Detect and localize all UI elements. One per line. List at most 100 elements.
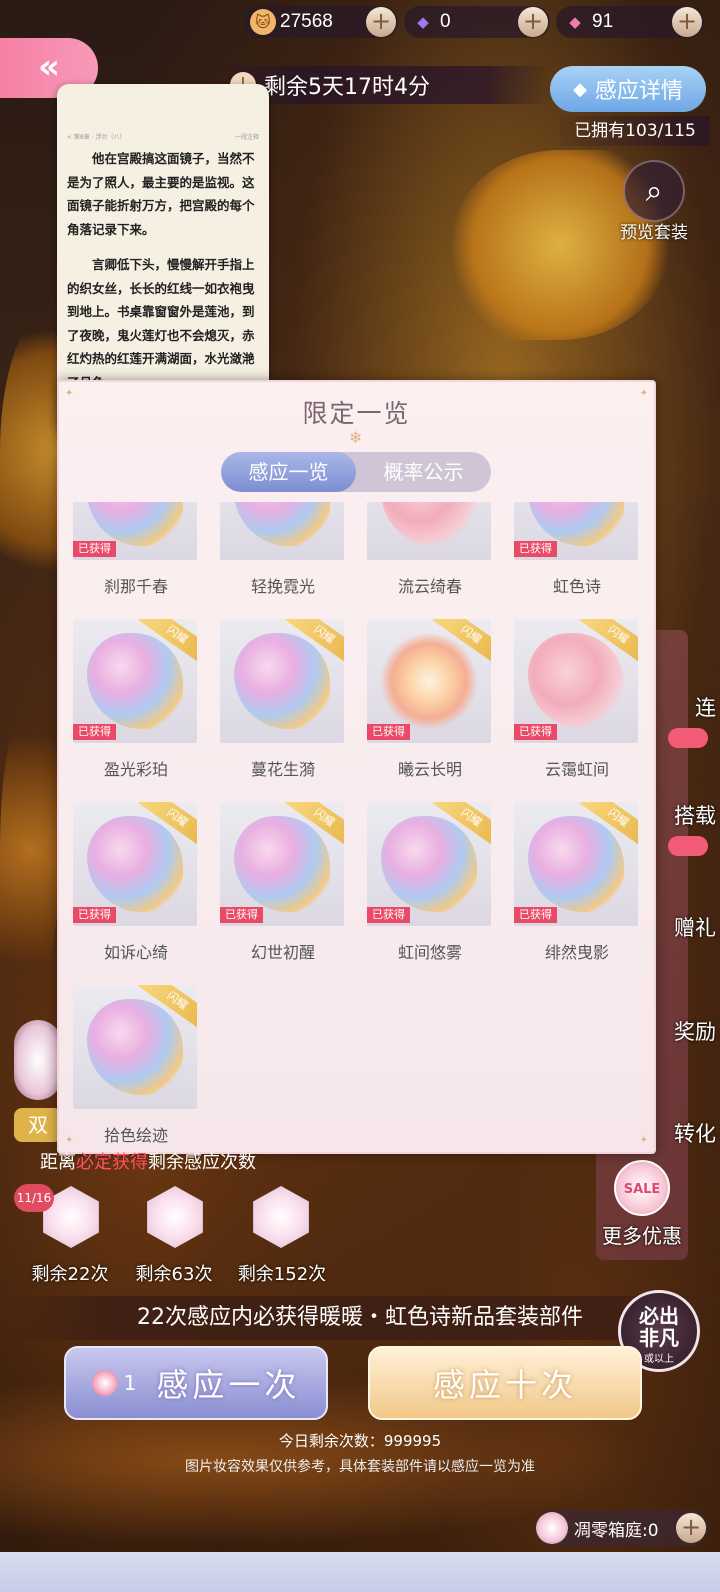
item-thumbnail: 已获得 [73,502,197,560]
item-thumbnail [367,502,491,560]
item-thumbnail: 闪耀 已获得 [367,619,491,743]
item-card[interactable]: 闪耀 已获得 云霭虹间 [514,619,640,780]
item-thumbnail: 闪耀 [73,985,197,1109]
item-art [528,502,624,546]
bottom-strip [0,1552,720,1592]
item-card[interactable]: 闪耀 已获得 幻世初醒 [220,802,346,963]
item-name: 虹色诗 [552,577,601,596]
preview-suit-label: 预览套装 [620,223,688,243]
item-name: 绯然曳影 [544,943,609,962]
item-name: 蔓花生漪 [250,760,315,779]
item-thumbnail: 闪耀 已获得 [367,802,491,926]
portrait-icon [253,1186,309,1248]
induction-detail-button[interactable]: ◆ 感应详情 [550,66,706,112]
side-item-gift[interactable]: 赠礼 [646,912,716,942]
item-grid: 已获得 刹那千春 轻挽霓光 流云绮春 已获得 虹色诗 闪耀 已获得 盈光彩珀 闪耀 蔓花生漪 闪耀 已获… [73,502,643,1152]
pink-diamond-icon: ◆ [569,13,581,31]
item-name: 刹那千春 [103,577,168,596]
left-event-medallion[interactable]: 双 [14,1020,62,1150]
item-art [381,502,477,546]
item-card[interactable]: 闪耀 已获得 绯然曳影 [514,802,640,963]
foliage-left-lower [0,700,60,1000]
modal-tabs: 感应一览 概率公示 [221,452,491,492]
item-card[interactable]: 已获得 虹色诗 [514,502,640,597]
item-name: 轻挽霓光 [250,577,315,596]
item-card[interactable]: 闪耀 已获得 如诉心绮 [73,802,199,963]
currency-purple-diamond: ◆ 0 + [404,6,550,38]
left-badge-label: 双 [14,1108,62,1142]
more-deals-button[interactable]: SALE 更多优惠 [596,1160,688,1249]
pull-once-label: 感应一次 [156,1366,301,1404]
item-art [234,816,330,912]
pull-ten-label: 感应十次 [432,1366,577,1404]
item-name: 云霭虹间 [544,760,609,779]
side-item-reward[interactable]: 奖励 [646,1016,716,1046]
side-badge [668,728,708,748]
item-card[interactable]: 闪耀 蔓花生漪 [220,619,346,780]
item-card[interactable]: 闪耀 已获得 曦云长明 [367,619,493,780]
tab-induction-list[interactable]: 感应一览 [221,452,356,492]
pull-ten-button[interactable]: 感应十次 [368,1346,642,1420]
item-name: 虹间悠雾 [397,943,462,962]
reader-paragraph-2: 言卿低下头，慢慢解开手指上的织女丝，长长的红线一如衣袍曳到地上。书桌靠窗窗外是莲… [67,257,255,390]
item-art [87,633,183,729]
snowflake-icon: ❄ [349,428,363,447]
pink-diamond-value: 91 [592,11,614,32]
pity-remain-1: 剩余22次 [31,1264,109,1285]
item-art [234,633,330,729]
pity-remain-3: 剩余152次 [237,1264,327,1285]
item-card[interactable]: 闪耀 已获得虹间悠雾 [367,802,493,963]
add-pink-diamond-button[interactable]: + [672,7,702,37]
item-card[interactable]: 流云绮春 [367,502,493,597]
cat-coin-value: 27568 [280,11,333,32]
item-art [87,502,183,546]
item-thumbnail: 闪耀 已获得 [220,802,344,926]
pity-count-badge: 11/16 [14,1184,54,1212]
pity-reward-3[interactable] [246,1186,316,1252]
pull-once-cost: 1 [91,1370,136,1396]
obtained-tag: 已获得 [220,907,263,923]
add-courtyard-button[interactable]: + [676,1513,706,1543]
crystal-orb-icon [91,1370,118,1396]
crystal-orb-icon [536,1512,568,1544]
item-card[interactable]: 闪耀 已获得 盈光彩珀 [73,619,199,780]
pull-once-button[interactable]: 1 感应一次 [64,1346,328,1420]
item-art [234,502,330,546]
item-card[interactable]: 闪耀 拾色绘迹 [73,985,199,1146]
item-thumbnail: 闪耀 [220,619,344,743]
more-deals-label: 更多优惠 [602,1224,682,1248]
pity-title: 距离必定获得剩余感应次数 [40,1152,256,1173]
item-art [381,633,477,729]
pity-reward-2[interactable] [140,1186,210,1252]
item-card[interactable]: 轻挽霓光 [220,502,346,597]
add-cat-coin-button[interactable]: + [366,7,396,37]
tab-probability[interactable]: 概率公示 [356,452,491,492]
side-item-carry[interactable]: 搭载 [646,800,716,830]
item-name: 拾色绘迹 [103,1126,168,1145]
add-purple-diamond-button[interactable]: + [518,7,548,37]
pity-remain-2: 剩余63次 [135,1264,213,1285]
obtained-tag: 已获得 [73,541,116,557]
side-item-convert[interactable]: 转化 [646,1118,716,1148]
pity-title-highlight: 必定获得 [76,1152,148,1173]
disclaimer: 图片妆容效果仅供参考，具体套装部件请以感应一览为准 [185,1459,535,1475]
currency-pink-diamond: ◆ 91 + [556,6,704,38]
courtyard-counter: 凋零箱庭:0 + [536,1510,708,1546]
item-name: 流云绮春 [397,577,462,596]
preview-suit-button[interactable]: ⌕ 预览套装 [616,160,692,243]
magnifier-icon: ⌕ [623,160,685,222]
limited-overview-modal: ✦ ✦ ✦ ✦ 限定一览 ❄ 感应一览 概率公示 已获得 刹那千春 轻挽霓光 流云绮春… [57,380,656,1154]
cat-coin-icon: 🐱 [250,9,276,35]
portrait-icon [147,1186,203,1248]
currency-cat-coin: 🐱 27568 + [244,6,398,38]
item-card[interactable]: 已获得刹那千春 [73,502,199,597]
reader-chapter: < 第8章 · 浮台（八） [67,134,126,141]
courtyard-label: 凋零箱庭:0 [574,1520,659,1541]
item-thumbnail: 已获得 [514,502,638,560]
side-item-pull[interactable]: 连 [646,692,716,722]
reader-header: < 第8章 · 浮台（八） 一段注释 [67,132,259,141]
obtained-tag: 已获得 [367,907,410,923]
item-art [381,816,477,912]
obtained-tag: 已获得 [514,724,557,740]
sale-bag-icon: SALE [614,1160,670,1216]
